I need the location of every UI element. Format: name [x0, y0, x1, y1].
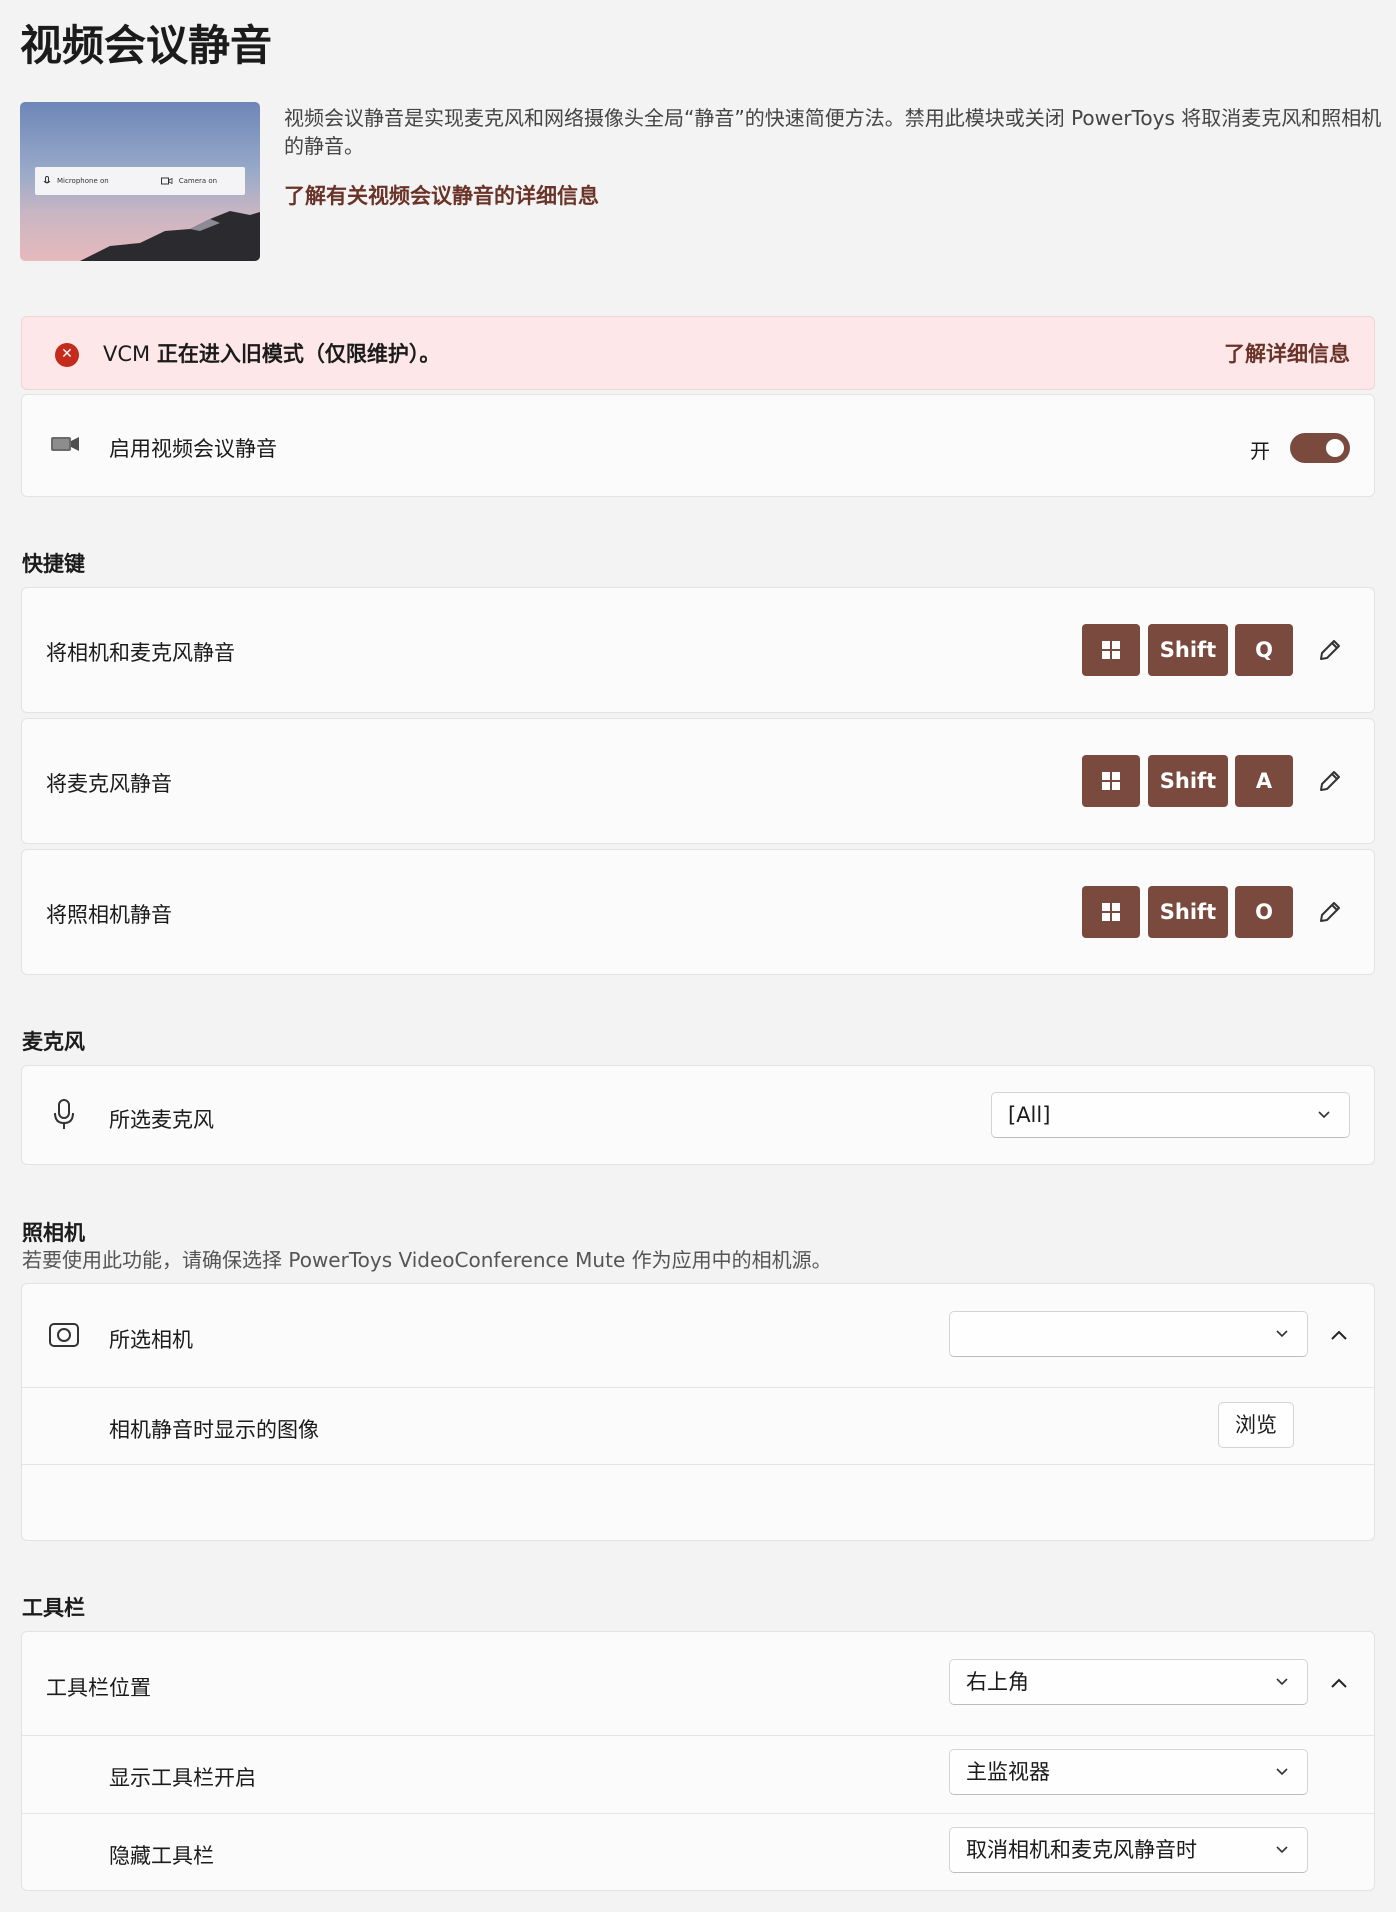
- chevron-down-icon: [1276, 1846, 1288, 1854]
- shortcut-label: 将麦克风静音: [46, 772, 172, 796]
- key-letter: Q: [1235, 624, 1293, 676]
- toolbar-show-on-select[interactable]: 主监视器: [949, 1749, 1308, 1795]
- hero-image: Microphone on Camera on: [20, 102, 260, 261]
- hero-microphone-icon: [43, 176, 51, 184]
- microphone-select[interactable]: [All]: [991, 1092, 1350, 1138]
- hero-mic-label: Microphone on: [57, 177, 109, 185]
- warning-text: VCM 正在进入旧模式（仅限维护）。: [103, 338, 440, 368]
- windows-logo-icon: [1102, 641, 1120, 659]
- error-icon: ✕: [55, 343, 79, 367]
- toolbar-card: 工具栏位置 右上角 显示工具栏开启 主监视器 隐藏工具栏 取消相机和麦克风静音时: [21, 1631, 1375, 1891]
- camera-section-subtitle: 若要使用此功能，请确保选择 PowerToys VideoConference …: [22, 1248, 832, 1272]
- hero-mini-toolbar: Microphone on Camera on: [35, 167, 245, 195]
- key-shift: Shift: [1148, 755, 1228, 807]
- camera-icon: [49, 1323, 79, 1347]
- toolbar-show-on-label: 显示工具栏开启: [109, 1766, 256, 1790]
- chevron-down-icon: [1276, 1768, 1288, 1776]
- chevron-down-icon: [1276, 1330, 1288, 1338]
- toolbar-hide-select[interactable]: 取消相机和麦克风静音时: [949, 1827, 1308, 1873]
- microphone-card: 所选麦克风 [All]: [21, 1065, 1375, 1165]
- shortcut-row-mic: 将麦克风静音 Shift A: [21, 718, 1375, 844]
- divider: [22, 1735, 1374, 1736]
- toolbar-hide-label: 隐藏工具栏: [109, 1844, 214, 1868]
- key-shift: Shift: [1148, 624, 1228, 676]
- toolbar-section-title: 工具栏: [22, 1596, 85, 1620]
- microphone-icon: [54, 1099, 74, 1129]
- warning-message: 正在进入旧模式（仅限维护）。: [156, 342, 441, 366]
- chevron-down-icon: [1276, 1678, 1288, 1686]
- key-win: [1082, 755, 1140, 807]
- divider: [22, 1387, 1374, 1388]
- key-win: [1082, 886, 1140, 938]
- microphone-section-title: 麦克风: [22, 1030, 85, 1054]
- camera-label: 所选相机: [109, 1328, 193, 1352]
- camera-select[interactable]: [949, 1311, 1308, 1357]
- enable-label: 启用视频会议静音: [109, 437, 277, 461]
- hero-camera-icon: [160, 177, 173, 185]
- toolbar-position-select[interactable]: 右上角: [949, 1659, 1308, 1705]
- shortcut-row-camera-and-mic: 将相机和麦克风静音 Shift Q: [21, 587, 1375, 713]
- hero-camera-label: Camera on: [178, 177, 218, 185]
- divider: [22, 1464, 1374, 1465]
- edit-pencil-icon[interactable]: [1317, 899, 1343, 925]
- browse-button[interactable]: 浏览: [1218, 1402, 1294, 1448]
- windows-logo-icon: [1102, 903, 1120, 921]
- chevron-down-icon: [1318, 1111, 1330, 1119]
- shortcut-row-camera: 将照相机静音 Shift O: [21, 849, 1375, 975]
- windows-logo-icon: [1102, 772, 1120, 790]
- shortcut-label: 将相机和麦克风静音: [46, 641, 235, 665]
- key-shift: Shift: [1148, 886, 1228, 938]
- toolbar-hide-value: 取消相机和麦克风静音时: [966, 1838, 1197, 1862]
- shortcuts-section-title: 快捷键: [22, 552, 85, 576]
- key-letter: A: [1235, 755, 1293, 807]
- edit-pencil-icon[interactable]: [1317, 768, 1343, 794]
- warning-learn-more-link[interactable]: 了解详细信息: [1224, 338, 1350, 368]
- edit-pencil-icon[interactable]: [1317, 637, 1343, 663]
- microphone-label: 所选麦克风: [109, 1108, 214, 1132]
- enable-state-label: 开: [1250, 439, 1270, 463]
- key-win: [1082, 624, 1140, 676]
- legacy-mode-warning: ✕ VCM 正在进入旧模式（仅限维护）。 了解详细信息: [21, 316, 1375, 390]
- learn-more-link[interactable]: 了解有关视频会议静音的详细信息: [284, 180, 599, 210]
- enable-card: 启用视频会议静音 开: [21, 394, 1375, 497]
- video-camera-icon: [51, 437, 79, 451]
- camera-section-title: 照相机: [22, 1221, 85, 1245]
- enable-toggle[interactable]: [1290, 433, 1350, 463]
- camera-card: 所选相机 相机静音时显示的图像 浏览: [21, 1283, 1375, 1541]
- toolbar-position-value: 右上角: [966, 1670, 1029, 1694]
- page-title: 视频会议静音: [20, 21, 273, 70]
- camera-image-label: 相机静音时显示的图像: [109, 1418, 319, 1442]
- toggle-knob: [1326, 439, 1344, 457]
- warning-prefix: VCM: [103, 342, 157, 366]
- divider: [22, 1813, 1374, 1814]
- toolbar-position-label: 工具栏位置: [46, 1676, 151, 1700]
- key-letter: O: [1235, 886, 1293, 938]
- chevron-up-icon[interactable]: [1329, 1329, 1349, 1341]
- chevron-up-icon[interactable]: [1329, 1677, 1349, 1689]
- shortcut-label: 将照相机静音: [46, 903, 172, 927]
- hero-mountain: [80, 211, 260, 261]
- microphone-select-value: [All]: [1008, 1103, 1051, 1127]
- toolbar-show-on-value: 主监视器: [966, 1760, 1050, 1784]
- page-description: 视频会议静音是实现麦克风和网络摄像头全局“静音”的快速简便方法。禁用此模块或关闭…: [284, 106, 1382, 158]
